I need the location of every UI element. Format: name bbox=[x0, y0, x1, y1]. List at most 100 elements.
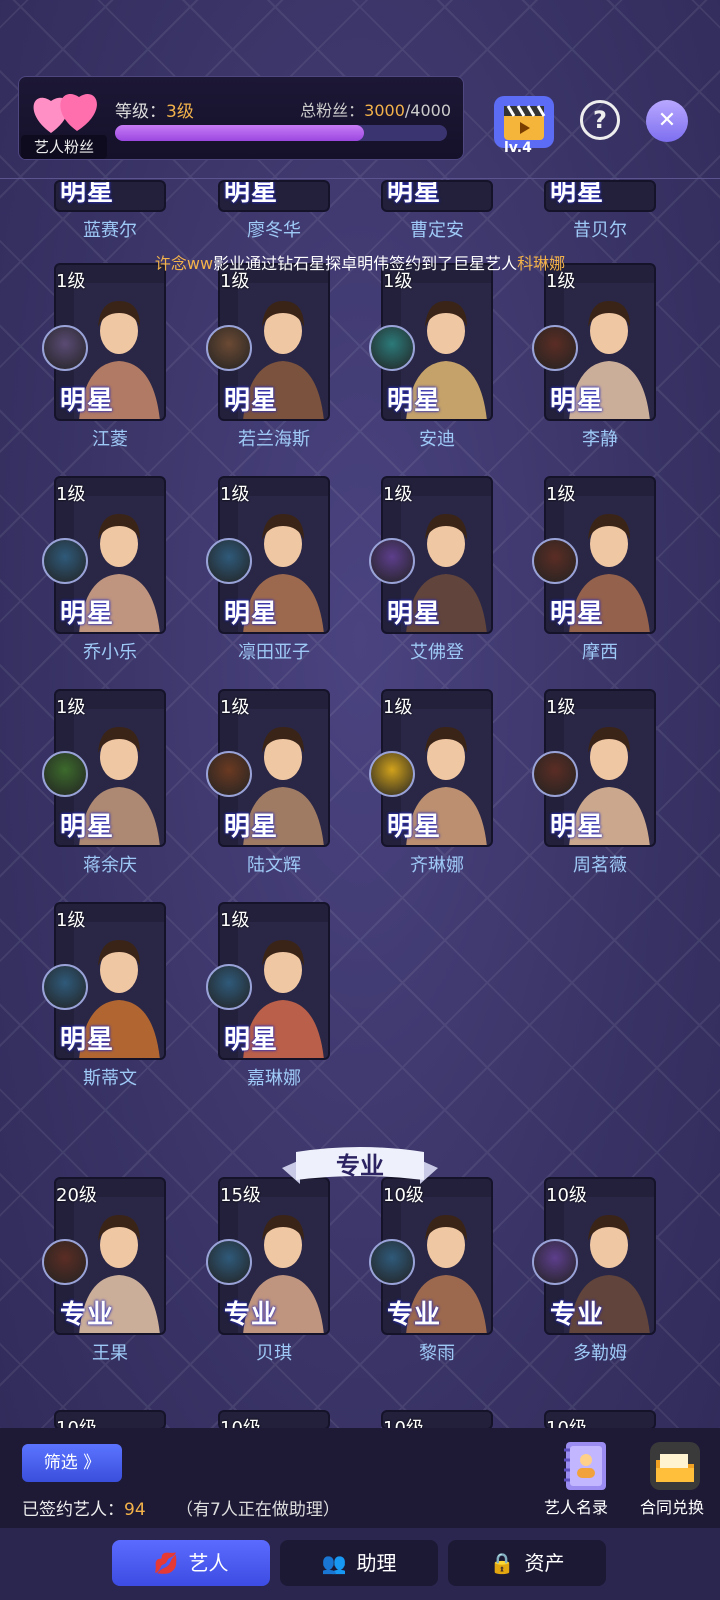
trait-badge-icon bbox=[206, 538, 252, 584]
studio-level: lv.4 bbox=[504, 140, 532, 156]
artist-rank-tag: 明星 bbox=[387, 599, 442, 629]
trait-badge-icon bbox=[42, 538, 88, 584]
artist-name: 陆文辉 bbox=[247, 855, 301, 876]
artist-name: 李静 bbox=[582, 429, 618, 450]
trait-badge-icon bbox=[532, 538, 578, 584]
artist-rank-tag: 明星 bbox=[60, 812, 115, 842]
artist-rank-tag: 明星 bbox=[550, 812, 605, 842]
artist-rank-tag: 专业 bbox=[550, 1300, 605, 1330]
artist-level: 10级 bbox=[546, 1185, 587, 1206]
trait-badge-icon bbox=[369, 538, 415, 584]
artist-name: 江菱 bbox=[92, 429, 128, 450]
trait-badge-icon bbox=[206, 1239, 252, 1285]
artist-rank-tag: 明星 bbox=[224, 386, 279, 416]
artist-name: 贝琪 bbox=[256, 1343, 292, 1364]
artist-rank-tag: 明星 bbox=[550, 386, 605, 416]
artist-directory-icon[interactable] bbox=[560, 1440, 610, 1492]
contract-exchange-label[interactable]: 合同兑换 bbox=[640, 1494, 704, 1518]
fans-progress-bar bbox=[115, 125, 447, 141]
fans-panel: 艺人粉丝 等级：3级 总粉丝：3000/4000 bbox=[18, 76, 464, 160]
section-title-pro: 专业 bbox=[336, 1152, 384, 1180]
artist-name: 乔小乐 bbox=[83, 642, 137, 663]
artist-level: 1级 bbox=[383, 697, 413, 718]
artist-name: 多勒姆 bbox=[573, 1343, 627, 1364]
signed-count: 已签约艺人：94 bbox=[22, 1500, 146, 1520]
artist-card-partial[interactable]: 10级 bbox=[544, 1410, 656, 1430]
artist-card-partial[interactable]: 明星 bbox=[218, 180, 330, 212]
artist-rank-tag: 明星 bbox=[550, 599, 605, 629]
artist-level: 1级 bbox=[383, 484, 413, 505]
artist-name: 廖冬华 bbox=[247, 220, 301, 241]
trait-badge-icon bbox=[206, 751, 252, 797]
tab-artists[interactable]: 💋 艺人 bbox=[112, 1540, 270, 1586]
artist-rank-tag: 明星 bbox=[60, 1025, 115, 1055]
hearts-icon bbox=[33, 93, 97, 133]
trait-badge-icon bbox=[42, 964, 88, 1010]
artist-level: 1级 bbox=[56, 697, 86, 718]
level-text: 等级：3级 bbox=[115, 102, 194, 122]
artist-level: 1级 bbox=[220, 484, 250, 505]
artist-rank-tag: 专业 bbox=[60, 1300, 115, 1330]
trait-badge-icon bbox=[42, 751, 88, 797]
artist-rank-tag: 明星 bbox=[550, 180, 605, 207]
artist-card-partial[interactable]: 10级 bbox=[54, 1410, 166, 1430]
trait-badge-icon bbox=[42, 1239, 88, 1285]
artist-rank-tag: 明星 bbox=[387, 386, 442, 416]
artist-name: 齐琳娜 bbox=[410, 855, 464, 876]
assistant-icon: 👥 bbox=[321, 1551, 347, 1575]
artist-level: 20级 bbox=[56, 1185, 97, 1206]
artist-rank-tag: 明星 bbox=[387, 180, 442, 207]
artist-name: 若兰海斯 bbox=[238, 429, 310, 450]
artist-level: 1级 bbox=[546, 484, 576, 505]
artist-level: 1级 bbox=[56, 910, 86, 931]
fans-label: 艺人粉丝 bbox=[21, 135, 107, 159]
artist-name: 王果 bbox=[92, 1343, 128, 1364]
artist-level: 15级 bbox=[220, 1185, 261, 1206]
artist-name: 黎雨 bbox=[419, 1343, 455, 1364]
fans-total-text: 总粉丝：3000/4000 bbox=[300, 101, 451, 120]
artist-rank-tag: 明星 bbox=[224, 180, 279, 207]
trait-badge-icon bbox=[532, 325, 578, 371]
trait-badge-icon bbox=[369, 751, 415, 797]
trait-badge-icon bbox=[369, 325, 415, 371]
close-button[interactable]: ✕ bbox=[646, 100, 688, 142]
artist-name: 周茗薇 bbox=[573, 855, 627, 876]
trait-badge-icon bbox=[206, 964, 252, 1010]
artist-directory-label[interactable]: 艺人名录 bbox=[544, 1494, 608, 1518]
artist-card-partial[interactable]: 10级 bbox=[218, 1410, 330, 1430]
artist-rank-tag: 明星 bbox=[60, 386, 115, 416]
artist-name: 安迪 bbox=[419, 429, 455, 450]
trait-badge-icon bbox=[42, 325, 88, 371]
help-button[interactable]: ? bbox=[580, 100, 620, 140]
artist-name: 嘉琳娜 bbox=[247, 1068, 301, 1089]
artist-level: 1级 bbox=[220, 910, 250, 931]
trait-badge-icon bbox=[369, 1239, 415, 1285]
artist-rank-tag: 明星 bbox=[60, 180, 115, 207]
artist-rank-tag: 明星 bbox=[224, 1025, 279, 1055]
artist-level: 1级 bbox=[546, 697, 576, 718]
contract-exchange-icon[interactable] bbox=[648, 1440, 702, 1492]
header-divider bbox=[0, 178, 720, 179]
artist-name: 艾佛登 bbox=[410, 642, 464, 663]
fans-progress-fill bbox=[115, 125, 364, 141]
lock-bag-icon: 🔒 bbox=[489, 1551, 515, 1575]
artist-name: 蒋余庆 bbox=[83, 855, 137, 876]
lips-icon: 💋 bbox=[153, 1551, 179, 1575]
artist-rank-tag: 明星 bbox=[60, 599, 115, 629]
artist-level: 1级 bbox=[56, 484, 86, 505]
artist-rank-tag: 专业 bbox=[387, 1300, 442, 1330]
trait-badge-icon bbox=[532, 1239, 578, 1285]
artist-name: 昔贝尔 bbox=[573, 220, 627, 241]
artist-card-partial[interactable]: 明星 bbox=[381, 180, 493, 212]
artist-card-partial[interactable]: 明星 bbox=[544, 180, 656, 212]
artist-name: 蓝赛尔 bbox=[83, 220, 137, 241]
artist-card-partial[interactable]: 10级 bbox=[381, 1410, 493, 1430]
artist-rank-tag: 专业 bbox=[224, 1300, 279, 1330]
trait-badge-icon bbox=[532, 751, 578, 797]
filter-button[interactable]: 筛选 》 bbox=[22, 1444, 122, 1482]
tab-assets[interactable]: 🔒 资产 bbox=[448, 1540, 606, 1586]
tab-assistants[interactable]: 👥 助理 bbox=[280, 1540, 438, 1586]
trait-badge-icon bbox=[206, 325, 252, 371]
artist-card-partial[interactable]: 明星 bbox=[54, 180, 166, 212]
assistant-note: （有7人正在做助理） bbox=[176, 1500, 340, 1520]
